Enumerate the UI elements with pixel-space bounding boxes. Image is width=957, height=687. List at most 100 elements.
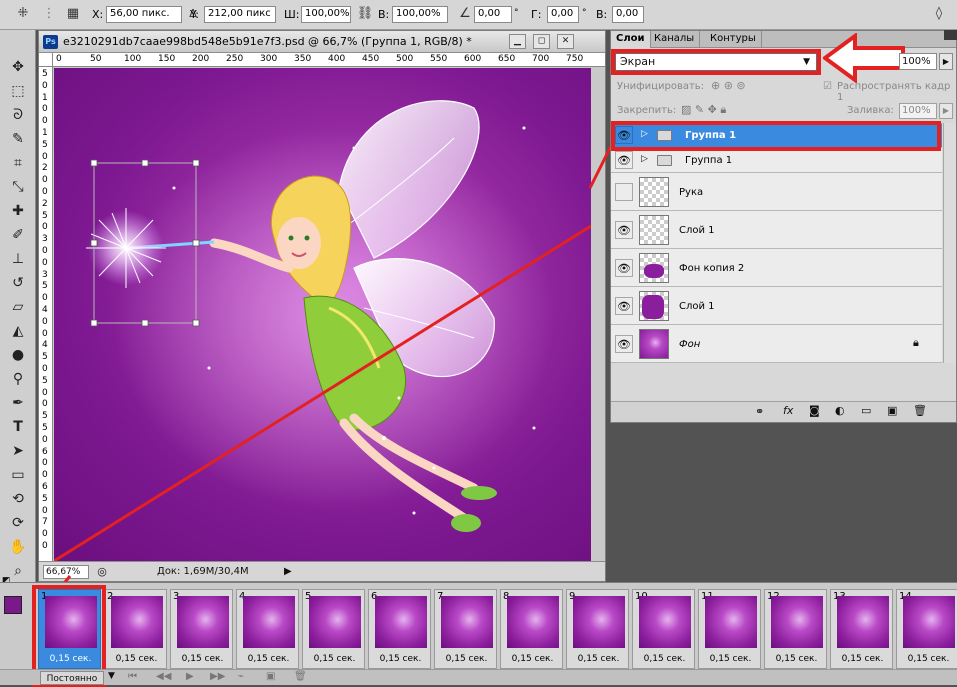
eye-icon[interactable]: 👁︎	[615, 297, 633, 315]
frame-delay[interactable]: 0,15 сек.	[699, 654, 762, 664]
expand-triangle-icon[interactable]: ▷	[641, 154, 648, 164]
lock-icons[interactable]: ▨ ✎ ✥ 🔒︎	[681, 103, 726, 117]
next-frame-icon[interactable]: ▶▶	[210, 671, 225, 682]
layer-thumbnail	[639, 177, 669, 207]
new-group-icon[interactable]: ▭	[861, 404, 871, 417]
annotation-box-blend	[611, 49, 821, 75]
layer-row-sloy-1-b[interactable]: 👁︎ Слой 1	[611, 288, 942, 325]
lock-label: Закрепить:	[617, 105, 677, 116]
animation-frame[interactable]: 80,15 сек.	[500, 589, 563, 669]
timeline-controls: Постоянно ▼ ⏮ ◀◀ ▶ ▶▶ ⌁ ▣ 🗑︎	[0, 669, 957, 685]
propagate-label: Распространять кадр 1	[837, 81, 951, 103]
delete-frame-icon[interactable]: 🗑︎	[294, 671, 307, 682]
first-frame-icon[interactable]: ⏮	[128, 671, 137, 682]
unify-icons[interactable]: ⊕ ⊛ ⊚	[711, 79, 746, 92]
layer-name: Фон	[679, 339, 701, 350]
layer-row-fon-kopiya-2[interactable]: 👁︎ Фон копия 2	[611, 250, 942, 287]
thumbnail-content	[644, 264, 664, 278]
layers-list: 👁︎ ▷ Группа 1 👁︎ ▷ Группа 1 Рука 👁︎ Слой…	[611, 123, 942, 363]
frame-thumbnail	[111, 596, 163, 648]
frame-delay[interactable]: 0,15 сек.	[897, 654, 957, 664]
frame-thumbnail	[243, 596, 295, 648]
layer-thumbnail	[639, 329, 669, 359]
propagate-checkbox[interactable]: ☑	[823, 81, 832, 92]
layer-style-icon[interactable]: fx	[783, 404, 793, 417]
eye-icon[interactable]: 👁︎	[615, 221, 633, 239]
prev-frame-icon[interactable]: ◀◀	[156, 671, 171, 682]
loop-select[interactable]: Постоянно	[40, 671, 104, 685]
animation-frame[interactable]: 40,15 сек.	[236, 589, 299, 669]
animation-frame[interactable]: 60,15 сек.	[368, 589, 431, 669]
layers-footer: ⚭ fx ◙ ◐ ▭ ▣ 🗑︎	[611, 401, 956, 422]
layers-panel: Слои Каналы Контуры ≡ Экран ▼ 100% ▶ Уни…	[610, 30, 957, 423]
layer-name: Фон копия 2	[679, 263, 745, 274]
link-layers-icon[interactable]: ⚭	[755, 405, 764, 418]
layer-row-group-1[interactable]: 👁︎ ▷ Группа 1	[611, 149, 942, 173]
animation-frame[interactable]: 70,15 сек.	[434, 589, 497, 669]
frame-delay[interactable]: 0,15 сек.	[765, 654, 828, 664]
visibility-toggle-empty[interactable]	[615, 183, 633, 201]
layer-name: Рука	[679, 187, 704, 198]
delete-layer-icon[interactable]: 🗑︎	[913, 404, 927, 417]
eye-icon[interactable]: 👁︎	[615, 151, 633, 169]
layer-row-sloy-1[interactable]: 👁︎ Слой 1	[611, 212, 942, 249]
frame-delay[interactable]: 0,15 сек.	[369, 654, 432, 664]
frame-delay[interactable]: 0,15 сек.	[237, 654, 300, 664]
frame-delay[interactable]: 0,15 сек.	[303, 654, 366, 664]
layers-scrollbar[interactable]	[943, 123, 956, 363]
frame-thumbnail	[375, 596, 427, 648]
tab-layers[interactable]: Слои	[611, 31, 651, 48]
panel-collapse-icon[interactable]	[944, 30, 957, 40]
frame-thumbnail	[837, 596, 889, 648]
layer-name: Слой 1	[679, 225, 715, 236]
opacity-input[interactable]: 100%	[899, 53, 937, 70]
play-icon[interactable]: ▶	[186, 671, 194, 682]
tween-icon[interactable]: ⌁	[238, 671, 244, 682]
animation-panel: 10,15 сек.20,15 сек.30,15 сек.40,15 сек.…	[0, 582, 957, 687]
frame-delay[interactable]: 0,15 сек.	[435, 654, 498, 664]
adjustment-layer-icon[interactable]: ◐	[835, 404, 845, 417]
fill-input[interactable]: 100%	[899, 103, 937, 119]
animation-frame[interactable]: 90,15 сек.	[566, 589, 629, 669]
opacity-slider-arrow-icon[interactable]: ▶	[939, 53, 953, 70]
annotation-box-layer	[611, 121, 941, 151]
layer-row-ruka[interactable]: Рука	[611, 174, 942, 211]
eye-icon[interactable]: 👁︎	[615, 335, 633, 353]
frame-thumbnail	[639, 596, 691, 648]
layer-thumbnail	[639, 215, 669, 245]
loop-chevron-icon[interactable]: ▼	[108, 671, 115, 681]
foreground-color-swatch[interactable]	[4, 596, 22, 614]
fill-label: Заливка:	[847, 105, 894, 116]
frame-delay[interactable]: 0,15 сек.	[831, 654, 894, 664]
frame-delay[interactable]: 0,15 сек.	[567, 654, 630, 664]
frame-delay[interactable]: 0,15 сек.	[633, 654, 696, 664]
tab-paths[interactable]: Контуры	[705, 31, 762, 48]
animation-frame[interactable]: 130,15 сек.	[830, 589, 893, 669]
animation-frame[interactable]: 140,15 сек.	[896, 589, 957, 669]
frame-thumbnail	[441, 596, 493, 648]
frame-thumbnail	[507, 596, 559, 648]
animation-frame[interactable]: 100,15 сек.	[632, 589, 695, 669]
new-layer-icon[interactable]: ▣	[887, 404, 897, 417]
animation-frame[interactable]: 20,15 сек.	[104, 589, 167, 669]
eye-icon[interactable]: 👁︎	[615, 259, 633, 277]
animation-frame[interactable]: 120,15 сек.	[764, 589, 827, 669]
frame-delay[interactable]: 0,15 сек.	[171, 654, 234, 664]
folder-icon	[657, 155, 672, 166]
layer-thumbnail	[639, 291, 669, 321]
animation-frame[interactable]: 50,15 сек.	[302, 589, 365, 669]
frame-thumbnail	[573, 596, 625, 648]
animation-frame[interactable]: 30,15 сек.	[170, 589, 233, 669]
tab-channels[interactable]: Каналы	[649, 31, 701, 48]
layer-row-fon[interactable]: 👁︎ Фон 🔒︎	[611, 326, 942, 363]
layer-thumbnail	[639, 253, 669, 283]
frame-thumbnail	[177, 596, 229, 648]
frame-thumbnail	[771, 596, 823, 648]
frame-delay[interactable]: 0,15 сек.	[501, 654, 564, 664]
fill-slider-arrow-icon[interactable]: ▶	[939, 103, 953, 119]
frame-thumbnail	[309, 596, 361, 648]
duplicate-frame-icon[interactable]: ▣	[266, 671, 275, 682]
add-mask-icon[interactable]: ◙	[809, 404, 820, 417]
frame-delay[interactable]: 0,15 сек.	[105, 654, 168, 664]
animation-frame[interactable]: 110,15 сек.	[698, 589, 761, 669]
